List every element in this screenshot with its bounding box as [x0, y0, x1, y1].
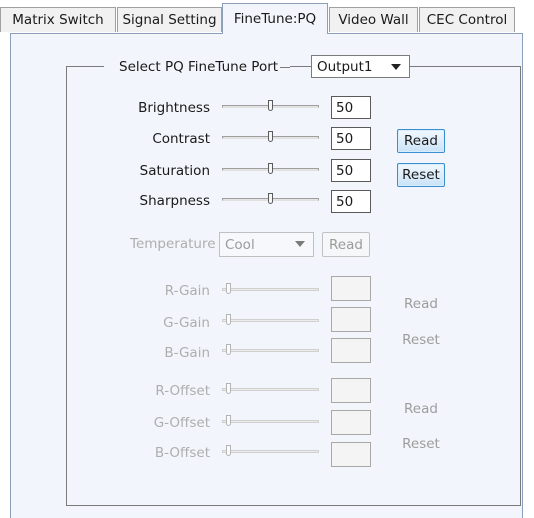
saturation-value[interactable]: 50 [331, 159, 371, 182]
g-offset-slider[interactable] [222, 413, 319, 431]
slider-track [222, 388, 319, 391]
picture-reset-button[interactable]: Reset [397, 163, 445, 187]
tab-bar: Matrix Switch Signal Setting FineTune:PQ… [0, 0, 534, 34]
chevron-down-icon [295, 241, 305, 247]
b-gain-label: B-Gain [164, 345, 210, 361]
port-group-header: Select PQ FineTune Port [104, 55, 291, 79]
sharpness-value[interactable]: 50 [331, 190, 371, 213]
contrast-value[interactable]: 50 [331, 127, 371, 150]
slider-thumb[interactable] [226, 314, 231, 325]
brightness-label: Brightness [138, 100, 210, 116]
contrast-label: Contrast [152, 131, 210, 147]
gain-read-button[interactable]: Read [397, 292, 445, 316]
b-gain-value[interactable] [331, 338, 371, 363]
offset-read-button[interactable]: Read [397, 397, 445, 421]
slider-track [222, 349, 319, 352]
r-offset-label: R-Offset [155, 383, 210, 399]
g-gain-label: G-Gain [163, 315, 210, 331]
temperature-select[interactable]: Cool [219, 232, 314, 257]
slider-thumb[interactable] [226, 344, 231, 355]
slider-track [222, 420, 319, 423]
slider-track [222, 288, 319, 291]
r-offset-value[interactable] [331, 378, 371, 403]
sharpness-label: Sharpness [139, 193, 210, 209]
r-gain-value[interactable] [331, 276, 371, 301]
tab-finetune-pq[interactable]: FineTune:PQ [222, 3, 328, 34]
slider-thumb[interactable] [226, 383, 231, 394]
brightness-value[interactable]: 50 [331, 96, 371, 119]
slider-thumb[interactable] [268, 163, 273, 174]
r-gain-slider[interactable] [222, 281, 319, 299]
port-select-value: Output1 [317, 58, 373, 75]
brightness-slider[interactable] [222, 98, 319, 116]
temperature-read-button[interactable]: Read [322, 232, 370, 257]
saturation-label: Saturation [139, 163, 210, 179]
slider-thumb[interactable] [268, 193, 273, 204]
b-offset-slider[interactable] [222, 443, 319, 461]
g-gain-slider[interactable] [222, 312, 319, 330]
port-select[interactable]: Output1 [311, 55, 410, 78]
g-gain-value[interactable] [331, 307, 371, 332]
r-gain-label: R-Gain [164, 283, 210, 299]
port-group-title: Select PQ FineTune Port [119, 59, 279, 75]
b-gain-slider[interactable] [222, 342, 319, 360]
slider-thumb[interactable] [268, 100, 273, 111]
tab-matrix-switch[interactable]: Matrix Switch [0, 7, 116, 32]
tab-cec-control[interactable]: CEC Control [419, 7, 515, 32]
tab-signal-setting[interactable]: Signal Setting [117, 7, 222, 32]
slider-thumb[interactable] [226, 283, 231, 294]
g-offset-value[interactable] [331, 410, 371, 435]
temperature-select-value: Cool [225, 236, 255, 253]
slider-track [222, 450, 319, 453]
slider-thumb[interactable] [226, 415, 231, 426]
r-offset-slider[interactable] [222, 381, 319, 399]
offset-reset-button[interactable]: Reset [397, 432, 445, 456]
contrast-slider[interactable] [222, 129, 319, 147]
picture-read-button[interactable]: Read [397, 129, 445, 153]
sharpness-slider[interactable] [222, 191, 319, 209]
b-offset-label: B-Offset [154, 445, 210, 461]
slider-thumb[interactable] [226, 445, 231, 456]
g-offset-label: G-Offset [153, 415, 210, 431]
legend-divider [280, 66, 291, 68]
temperature-label: Temperature [130, 236, 216, 252]
chevron-down-icon [391, 64, 401, 70]
gain-reset-button[interactable]: Reset [397, 328, 445, 352]
b-offset-value[interactable] [331, 442, 371, 467]
saturation-slider[interactable] [222, 161, 319, 179]
tab-video-wall[interactable]: Video Wall [329, 7, 418, 32]
slider-thumb[interactable] [268, 131, 273, 142]
slider-track [222, 319, 319, 322]
